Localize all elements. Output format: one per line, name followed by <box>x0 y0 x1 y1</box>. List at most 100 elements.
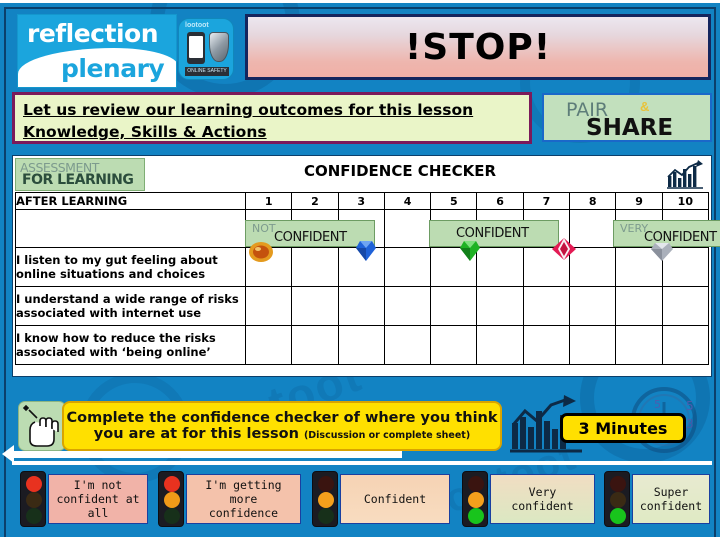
hand-with-pencil-icon <box>18 401 66 451</box>
rating-cell[interactable] <box>661 325 710 365</box>
band-label-big: CONFIDENT <box>274 230 347 245</box>
phone-icon <box>187 32 205 64</box>
band-row-spacer <box>15 209 246 248</box>
traffic-light-label-2: I'm getting more confidence <box>186 474 301 524</box>
traffic-light-label-4: Very confident <box>490 474 595 524</box>
statement-3: I know how to reduce the risks associate… <box>15 325 246 365</box>
rating-cell[interactable] <box>522 325 571 365</box>
task-instruction-banner: Complete the confidence checker of where… <box>62 401 502 451</box>
rating-cell[interactable] <box>615 325 663 365</box>
rating-cell[interactable] <box>615 286 663 326</box>
band-cell[interactable] <box>383 209 432 248</box>
outcomes-line-1: Let us review our learning outcomes for … <box>23 101 474 119</box>
ampersand-label: & <box>640 99 650 114</box>
lamp-green <box>26 508 42 524</box>
reflection-plenary-logo: reflection plenary <box>17 14 177 88</box>
rating-cell[interactable] <box>337 286 385 326</box>
statement-1: I listen to my gut feeling about online … <box>15 247 246 287</box>
silver-gem-icon <box>651 243 673 261</box>
traffic-light-item-5[interactable]: Super confident <box>604 471 712 527</box>
traffic-light-item-4[interactable]: Very confident <box>462 471 597 527</box>
task-line-2-note: (Discussion or complete sheet) <box>303 430 471 441</box>
lamp-red <box>610 476 626 492</box>
scale-col-7: 7 <box>522 192 571 210</box>
lamp-red <box>26 476 42 492</box>
outcomes-line-2: Knowledge, Skills & Actions <box>23 123 267 141</box>
rating-cell[interactable] <box>476 325 524 365</box>
rating-cell[interactable] <box>244 286 293 326</box>
traffic-light-item-1[interactable]: I'm not confident at all <box>20 471 150 527</box>
left-arrow-icon <box>2 445 402 463</box>
rating-cell[interactable] <box>569 286 617 326</box>
scale-col-9: 9 <box>615 192 663 210</box>
scale-col-5: 5 <box>430 192 478 210</box>
share-label: SHARE <box>586 115 674 141</box>
scale-col-8: 8 <box>569 192 617 210</box>
traffic-light-icon <box>604 471 630 527</box>
lamp-amber <box>610 492 626 508</box>
band-cell[interactable] <box>569 209 617 248</box>
header-after-learning: AFTER LEARNING <box>15 192 246 210</box>
logo-line-2: plenary <box>61 54 165 83</box>
confidence-checker-panel: ASSESSMENT FOR LEARNING CONFIDENCE CHECK… <box>12 155 720 377</box>
rating-cell[interactable] <box>661 286 710 326</box>
rating-cell[interactable] <box>430 325 478 365</box>
rating-cell[interactable] <box>291 325 339 365</box>
band-label-small: NOT <box>252 222 276 235</box>
rating-cell[interactable] <box>383 247 432 287</box>
table-header-row: AFTER LEARNING 1 2 3 4 5 6 7 8 9 10 <box>15 192 710 210</box>
afl-line-2: FOR LEARNING <box>22 172 134 188</box>
table-row: I know how to reduce the risks associate… <box>15 325 710 365</box>
scale-col-4: 4 <box>383 192 432 210</box>
lamp-green <box>318 508 334 524</box>
rating-cell[interactable] <box>430 286 478 326</box>
timer-badge: 3 Minutes <box>560 413 686 443</box>
assessment-for-learning-badge: ASSESSMENT FOR LEARNING <box>15 158 145 191</box>
rating-cell[interactable] <box>383 286 432 326</box>
bar-chart-icon <box>667 160 703 189</box>
task-line-1: Complete the confidence checker of where… <box>66 410 498 426</box>
confidence-table: AFTER LEARNING 1 2 3 4 5 6 7 8 9 10 I li… <box>15 192 710 365</box>
rating-cell[interactable] <box>291 286 339 326</box>
rating-cell[interactable] <box>569 325 617 365</box>
learning-outcomes-banner: Let us review our learning outcomes for … <box>12 92 532 144</box>
task-line-2-main: you are at for this lesson <box>93 426 304 442</box>
scale-col-2: 2 <box>291 192 339 210</box>
statement-2: I understand a wide range of risks assoc… <box>15 286 246 326</box>
rating-cell[interactable] <box>522 286 571 326</box>
lamp-green <box>610 508 626 524</box>
svg-text:3: 3 <box>686 417 694 431</box>
band-label-confident: CONFIDENT <box>429 220 559 247</box>
lamp-green <box>164 508 180 524</box>
logo-line-1: reflection <box>27 19 159 48</box>
app-tag-label: ONLINE SAFETY <box>185 67 229 76</box>
app-icon: lootoot ONLINE SAFETY <box>178 18 234 80</box>
rating-cell[interactable] <box>244 325 293 365</box>
lamp-amber <box>164 492 180 508</box>
rating-cell[interactable] <box>476 286 524 326</box>
green-gem-icon <box>460 241 480 261</box>
panel-title: CONFIDENCE CHECKER <box>303 162 497 180</box>
lamp-red <box>318 476 334 492</box>
shield-icon <box>209 32 229 62</box>
traffic-light-label-3: Confident <box>340 474 450 524</box>
rating-cell[interactable] <box>291 247 339 287</box>
stop-banner: !STOP! <box>245 14 711 80</box>
stop-banner-text: !STOP! <box>404 26 552 68</box>
traffic-light-item-3[interactable]: Confident <box>312 471 452 527</box>
svg-text:5: 5 <box>654 398 661 411</box>
traffic-light-item-2[interactable]: I'm getting more confidence <box>158 471 303 527</box>
scale-col-3: 3 <box>337 192 385 210</box>
task-line-2: you are at for this lesson (Discussion o… <box>94 426 470 442</box>
traffic-light-label-1: I'm not confident at all <box>48 474 148 524</box>
scale-col-10: 10 <box>661 192 710 210</box>
pair-share-badge: PAIR & SHARE <box>542 93 712 142</box>
rating-cell[interactable] <box>383 325 432 365</box>
blue-gem-icon <box>356 241 376 261</box>
rating-cell[interactable] <box>569 247 617 287</box>
lamp-red <box>164 476 180 492</box>
rating-cell[interactable] <box>337 325 385 365</box>
svg-text:5: 5 <box>686 399 694 413</box>
rating-cell[interactable] <box>476 247 524 287</box>
lamp-red <box>468 476 484 492</box>
